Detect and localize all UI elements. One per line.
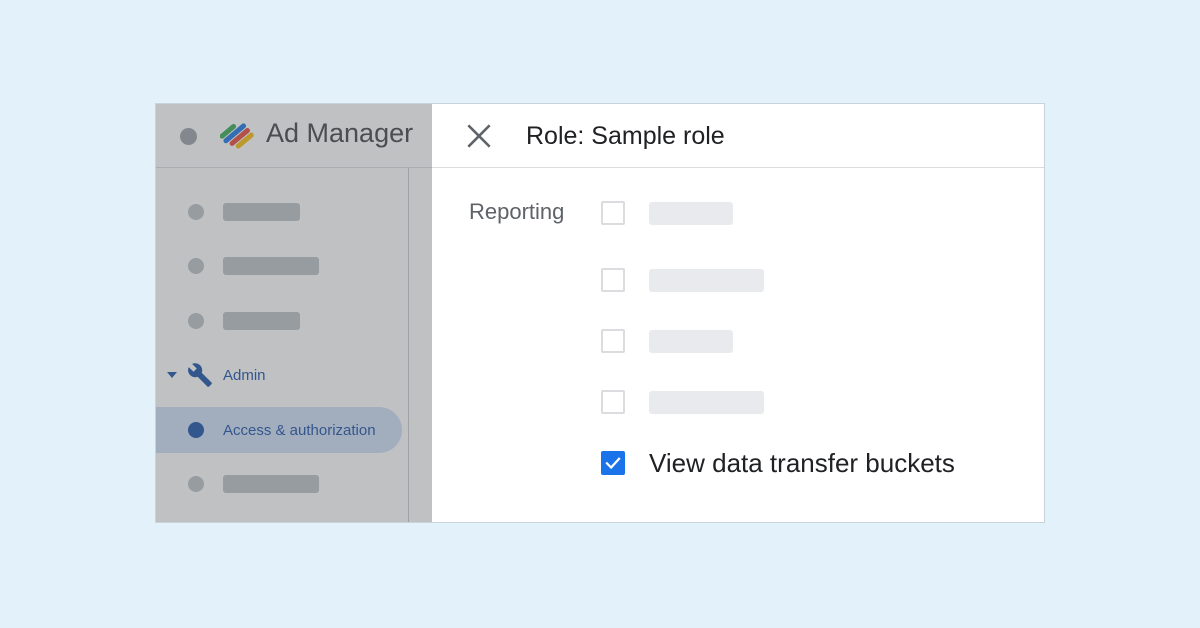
permission-checkbox[interactable] [601,268,625,292]
check-icon [605,457,621,470]
permission-row [598,387,1018,417]
nav-item-label: Access & authorization [223,422,376,439]
nav-item-label-placeholder [223,257,319,275]
nav-item-label-placeholder [223,475,319,493]
section-label-reporting: Reporting [469,199,565,224]
app-header: Ad Manager [156,104,432,168]
nav-item-icon [188,422,204,438]
ad-manager-logo-icon [220,123,254,149]
ui-frame: Ad Manager Admin Access & authorization [155,103,1045,523]
permission-row-view-data-transfer-buckets: View data transfer buckets [598,448,1018,478]
nav-item[interactable] [156,299,406,343]
nav-item-label: Admin [223,367,266,384]
nav-item-label-placeholder [223,312,300,330]
permission-checkbox[interactable] [601,329,625,353]
nav-item-icon [188,476,204,492]
permission-label-placeholder [649,202,733,225]
wrench-icon [188,363,212,387]
caret-down-icon [167,372,177,378]
permission-row [598,198,1018,228]
nav-item-access-authorization[interactable]: Access & authorization [156,407,402,453]
permission-checkbox[interactable] [601,390,625,414]
menu-icon[interactable] [180,128,197,145]
permission-row [598,265,1018,295]
dialog-header: Role: Sample role [432,104,1044,168]
permission-checkbox[interactable] [601,201,625,225]
role-dialog: Role: Sample role Reporting View data tr… [432,104,1044,522]
permission-checkbox-checked[interactable] [601,451,625,475]
permission-label-placeholder [649,269,764,292]
app-panel: Ad Manager Admin Access & authorization [156,104,432,522]
nav-item[interactable] [156,190,406,234]
permission-label: View data transfer buckets [649,448,955,478]
permission-row [598,326,1018,356]
permission-label-placeholder [649,391,764,414]
nav-divider [408,168,409,522]
nav-item-icon [188,258,204,274]
nav-item-label-placeholder [223,203,300,221]
product-name: Ad Manager [266,118,414,148]
dialog-title: Role: Sample role [526,122,725,150]
close-button[interactable] [462,119,496,153]
permission-label-placeholder [649,330,733,353]
nav-item-admin[interactable]: Admin [156,356,406,396]
close-icon [467,124,491,148]
nav-item[interactable] [156,244,406,288]
nav-item-icon [188,313,204,329]
nav-item-icon [188,204,204,220]
nav-item[interactable] [156,462,406,506]
